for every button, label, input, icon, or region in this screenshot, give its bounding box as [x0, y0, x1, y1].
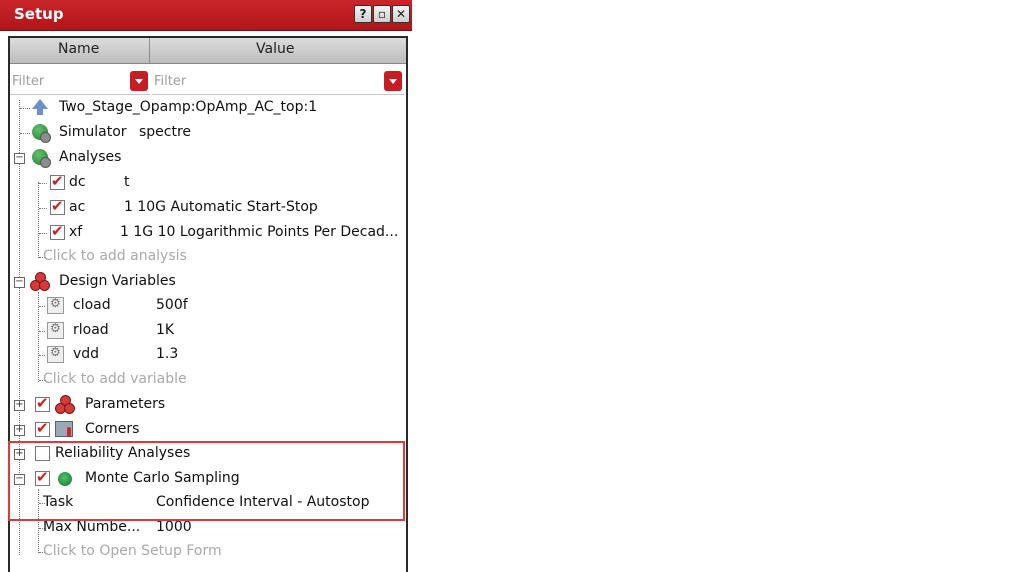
- analysis-value: t: [124, 174, 130, 190]
- tree-row-simulator[interactable]: Simulator spectre: [10, 121, 406, 145]
- variable-icon: [47, 321, 64, 339]
- tree-row-testbench[interactable]: Two_Stage_Opamp:OpAmp_AC_top:1: [10, 96, 406, 120]
- value-filter[interactable]: Filter: [152, 70, 404, 95]
- parameters-label: Parameters: [85, 396, 166, 412]
- testbench-label: Two_Stage_Opamp:OpAmp_AC_top:1: [59, 99, 318, 115]
- ac-checkbox[interactable]: [50, 197, 65, 215]
- simulator-label: Simulator: [59, 124, 127, 140]
- title-bar: Setup ? ▫ ✕: [0, 0, 412, 31]
- variable-icon: [47, 345, 64, 363]
- tree-row-design-variables[interactable]: − Design Variables: [10, 270, 406, 294]
- variable-value[interactable]: 500f: [156, 297, 188, 313]
- analyses-label: Analyses: [59, 149, 122, 165]
- variable-row-rload[interactable]: rload 1K: [10, 319, 406, 343]
- add-variable-row[interactable]: Click to add variable: [10, 368, 406, 392]
- corners-checkbox[interactable]: [35, 419, 50, 437]
- arrow-up-icon: [32, 99, 48, 115]
- analysis-row-xf[interactable]: xf 1 1G 10 Logarithmic Points Per Decad.…: [10, 221, 406, 245]
- value-column-header[interactable]: Value: [256, 41, 294, 57]
- name-column-header[interactable]: Name: [58, 41, 99, 57]
- simulator-icon: [32, 124, 51, 143]
- open-setup-form-hint: Click to Open Setup Form: [43, 543, 222, 559]
- analysis-row-ac[interactable]: ac 1 10G Automatic Start-Stop: [10, 196, 406, 220]
- name-filter[interactable]: Filter: [10, 70, 150, 95]
- corners-label: Corners: [85, 421, 140, 437]
- dc-checkbox[interactable]: [50, 172, 65, 190]
- float-button[interactable]: ▫: [373, 5, 391, 23]
- analysis-value: 1 10G Automatic Start-Stop: [124, 199, 318, 215]
- max-number-value[interactable]: 1000: [156, 519, 192, 535]
- column-header: Name Value: [10, 38, 406, 64]
- parameters-icon: [55, 395, 75, 414]
- variable-value[interactable]: 1K: [156, 322, 174, 338]
- close-button[interactable]: ✕: [392, 5, 410, 23]
- variable-name: rload: [73, 322, 109, 338]
- value-filter-placeholder: Filter: [154, 74, 187, 89]
- corners-icon: [55, 421, 73, 437]
- tree-row-analyses[interactable]: − Analyses: [10, 146, 406, 170]
- setup-panel: Setup ? ▫ ✕ Name Value Filter Filter Two…: [0, 0, 412, 572]
- analysis-row-dc[interactable]: dc t: [10, 171, 406, 195]
- analysis-name: ac: [69, 199, 86, 215]
- simulator-value: spectre: [139, 124, 192, 140]
- highlight-box: [8, 441, 405, 521]
- max-number-name: Max Numbe...: [43, 519, 141, 535]
- analysis-name: xf: [69, 224, 83, 240]
- analysis-name: dc: [69, 174, 86, 190]
- value-filter-dropdown-icon[interactable]: [384, 71, 402, 91]
- help-button[interactable]: ?: [354, 5, 372, 23]
- analyses-icon: [32, 149, 51, 168]
- tree-row-corners[interactable]: + Corners: [10, 418, 406, 442]
- variable-value[interactable]: 1.3: [156, 346, 178, 362]
- design-variables-label: Design Variables: [59, 273, 176, 289]
- add-variable-hint: Click to add variable: [43, 371, 187, 387]
- variable-row-vdd[interactable]: vdd 1.3: [10, 343, 406, 367]
- name-filter-dropdown-icon[interactable]: [130, 71, 148, 91]
- name-filter-placeholder: Filter: [12, 74, 45, 89]
- expand-icon[interactable]: +: [14, 425, 25, 436]
- variable-row-cload[interactable]: cload 500f: [10, 294, 406, 318]
- tree-row-parameters[interactable]: + Parameters: [10, 393, 406, 417]
- column-divider[interactable]: [149, 38, 150, 63]
- analysis-value: 1 1G 10 Logarithmic Points Per Decad...: [120, 224, 399, 240]
- collapse-icon[interactable]: −: [14, 277, 25, 288]
- expand-icon[interactable]: +: [14, 400, 25, 411]
- open-setup-form-row[interactable]: Click to Open Setup Form: [10, 540, 406, 564]
- parameters-checkbox[interactable]: [35, 394, 50, 412]
- add-analysis-row[interactable]: Click to add analysis: [10, 245, 406, 269]
- variable-name: vdd: [73, 346, 100, 362]
- design-variables-icon: [30, 272, 50, 291]
- collapse-icon[interactable]: −: [14, 153, 25, 164]
- add-analysis-hint: Click to add analysis: [43, 248, 187, 264]
- variable-name: cload: [73, 297, 111, 313]
- window-title: Setup: [14, 5, 64, 23]
- xf-checkbox[interactable]: [50, 222, 65, 240]
- variable-icon: [47, 296, 64, 314]
